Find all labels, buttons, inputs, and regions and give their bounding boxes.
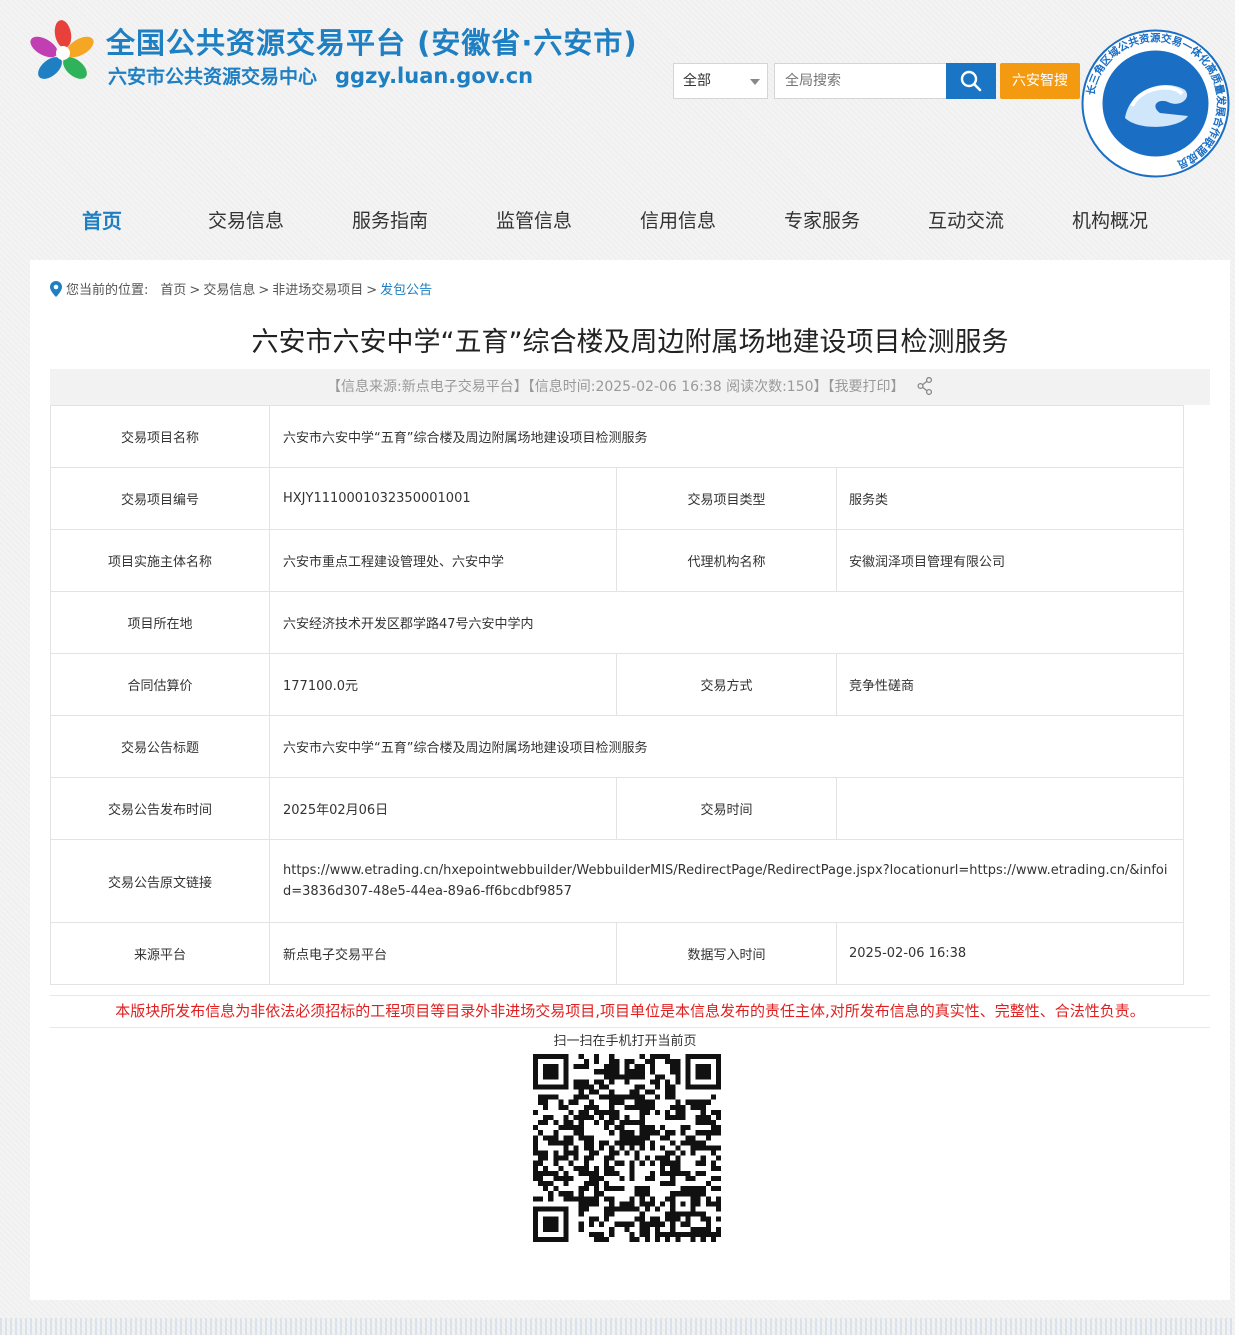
publish-time-value: 2025年02月06日 — [269, 777, 617, 840]
table-row: 交易公告发布时间 2025年02月06日 交易时间 — [50, 777, 1184, 840]
breadcrumb-home[interactable]: 首页 — [160, 283, 186, 298]
chevron-down-icon — [750, 79, 760, 85]
breadcrumb-separator: > — [258, 283, 270, 298]
source-link[interactable]: https://www.etrading.cn/hxepointwebbuild… — [283, 860, 1183, 902]
table-row: 来源平台 新点电子交易平台 数据写入时间 2025-02-06 16:38 — [50, 922, 1184, 985]
source-link-label: 交易公告原文链接 — [50, 839, 270, 923]
breadcrumb-trade-info[interactable]: 交易信息 — [203, 283, 255, 298]
location-value: 六安经济技术开发区郡学路47号六安中学内 — [269, 591, 1184, 654]
table-row: 项目所在地 六安经济技术开发区郡学路47号六安中学内 — [50, 591, 1184, 654]
agency-label: 代理机构名称 — [616, 529, 837, 592]
nav-item-interaction[interactable]: 互动交流 — [894, 195, 1038, 250]
write-time-value: 2025-02-06 16:38 — [836, 922, 1184, 985]
project-name-value: 六安市六安中学“五育”综合楼及周边附属场地建设项目检测服务 — [269, 405, 1184, 468]
breadcrumb-separator: > — [366, 283, 378, 298]
search-scope-value: 全部 — [683, 73, 711, 89]
notice-title-value: 六安市六安中学“五育”综合楼及周边附属场地建设项目检测服务 — [269, 715, 1184, 778]
project-type-value: 服务类 — [836, 467, 1184, 530]
table-row: 交易公告标题 六安市六安中学“五育”综合楼及周边附属场地建设项目检测服务 — [50, 715, 1184, 778]
project-code-value: HXJY1110001032350001001 — [269, 467, 617, 530]
article-meta-bar: 【信息来源:新点电子交易平台】【信息时间:2025-02-06 16:38 阅读… — [50, 369, 1210, 405]
price-value: 177100.0元 — [269, 653, 617, 716]
breadcrumb-separator: > — [189, 283, 201, 298]
method-label: 交易方式 — [616, 653, 837, 716]
nav-item-supervision[interactable]: 监管信息 — [462, 195, 606, 250]
table-row: 交易项目名称 六安市六安中学“五育”综合楼及周边附属场地建设项目检测服务 — [50, 405, 1184, 468]
qr-code-icon — [533, 1054, 721, 1242]
platform-value: 新点电子交易平台 — [269, 922, 617, 985]
search-input[interactable] — [774, 63, 946, 99]
project-name-label: 交易项目名称 — [50, 405, 270, 468]
price-label: 合同估算价 — [50, 653, 270, 716]
page-title: 六安市六安中学“五育”综合楼及周边附属场地建设项目检测服务 — [251, 327, 1009, 358]
site-subtitle: 六安市公共资源交易中心 ggzy.luan.gov.cn — [108, 62, 533, 89]
smart-search-button[interactable]: 六安智搜 — [1000, 63, 1080, 99]
share-icon[interactable] — [917, 377, 933, 395]
breadcrumb-prefix: 您当前的位置: — [66, 283, 149, 298]
project-type-label: 交易项目类型 — [616, 467, 837, 530]
nav-item-credit[interactable]: 信用信息 — [606, 195, 750, 250]
breadcrumb-current[interactable]: 发包公告 — [380, 283, 432, 298]
owner-label: 项目实施主体名称 — [50, 529, 270, 592]
method-value: 竞争性磋商 — [836, 653, 1184, 716]
search-icon — [960, 70, 982, 92]
agency-value: 安徽润泽项目管理有限公司 — [836, 529, 1184, 592]
source-link-cell: https://www.etrading.cn/hxepointwebbuild… — [269, 839, 1184, 923]
table-row: 交易项目编号 HXJY1110001032350001001 交易项目类型 服务… — [50, 467, 1184, 530]
search-button[interactable] — [946, 63, 996, 99]
nav-item-trade-info[interactable]: 交易信息 — [174, 195, 318, 250]
nav-item-service-guide[interactable]: 服务指南 — [318, 195, 462, 250]
breadcrumb-non-venue[interactable]: 非进场交易项目 — [272, 283, 363, 298]
platform-label: 来源平台 — [50, 922, 270, 985]
disclaimer-text: 本版块所发布信息为非依法必须招标的工程项目等目录外非进场交易项目,项目单位是本信… — [50, 995, 1210, 1028]
owner-value: 六安市重点工程建设管理处、六安中学 — [269, 529, 617, 592]
search-scope-select[interactable]: 全部 — [673, 63, 768, 99]
location-pin-icon — [50, 281, 62, 297]
site-logo-icon[interactable] — [30, 20, 96, 86]
trade-time-label: 交易时间 — [616, 777, 837, 840]
breadcrumb: 您当前的位置: 首页 > 交易信息 > 非进场交易项目 > 发包公告 — [50, 279, 432, 299]
nav-item-about[interactable]: 机构概况 — [1038, 195, 1182, 250]
qr-caption: 扫一扫在手机打开当前页 — [553, 1034, 697, 1049]
site-domain: ggzy.luan.gov.cn — [335, 64, 534, 88]
notice-title-label: 交易公告标题 — [50, 715, 270, 778]
trade-time-value — [836, 777, 1184, 840]
site-subtitle-text: 六安市公共资源交易中心 — [108, 66, 318, 88]
location-label: 项目所在地 — [50, 591, 270, 654]
alliance-seal-icon: 长三角区域公共资源交易一体化高质量发展合作联盟成员 — [1081, 29, 1230, 178]
table-row: 合同估算价 177100.0元 交易方式 竞争性磋商 — [50, 653, 1184, 716]
article-meta: 【信息来源:新点电子交易平台】【信息时间:2025-02-06 16:38 阅读… — [327, 379, 905, 395]
table-row: 交易公告原文链接 https://www.etrading.cn/hxepoin… — [50, 839, 1184, 923]
project-info-table: 交易项目名称 六安市六安中学“五育”综合楼及周边附属场地建设项目检测服务 交易项… — [50, 405, 1184, 985]
footer-decoration — [0, 1318, 1235, 1335]
publish-time-label: 交易公告发布时间 — [50, 777, 270, 840]
content-panel: 您当前的位置: 首页 > 交易信息 > 非进场交易项目 > 发包公告 六安市六安中学“五育”综… — [30, 260, 1230, 1300]
main-nav: 首页 交易信息 服务指南 监管信息 信用信息 专家服务 互动交流 机构概况 — [0, 195, 1235, 250]
table-row: 项目实施主体名称 六安市重点工程建设管理处、六安中学 代理机构名称 安徽润泽项目… — [50, 529, 1184, 592]
project-code-label: 交易项目编号 — [50, 467, 270, 530]
write-time-label: 数据写入时间 — [616, 922, 837, 985]
site-title: 全国公共资源交易平台 (安徽省·六安市) — [106, 26, 638, 60]
site-header: 全国公共资源交易平台 (安徽省·六安市) 六安市公共资源交易中心 ggzy.lua… — [0, 0, 1235, 190]
nav-item-expert[interactable]: 专家服务 — [750, 195, 894, 250]
nav-item-home[interactable]: 首页 — [30, 195, 174, 250]
